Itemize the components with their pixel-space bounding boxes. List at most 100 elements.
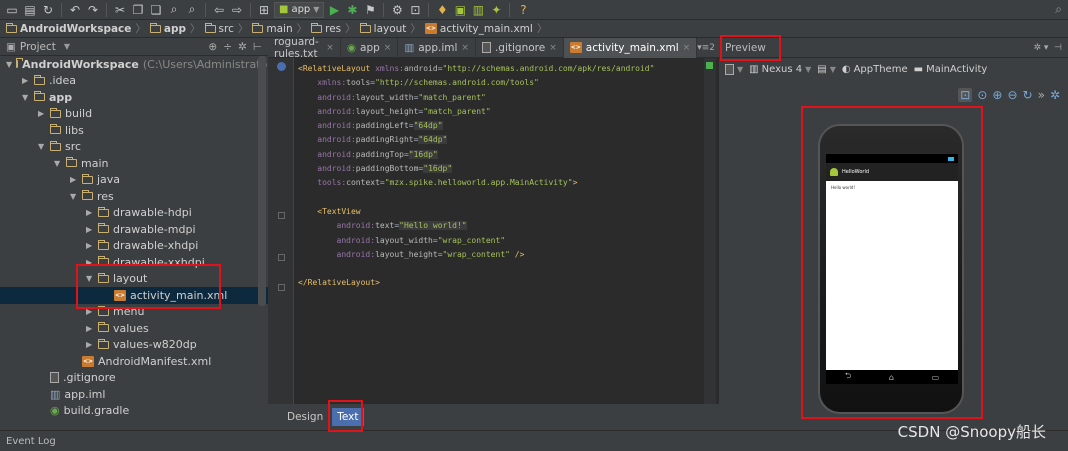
scroll-from-source-icon[interactable]: ⊕ [208, 41, 217, 53]
redo-icon[interactable]: ↷ [85, 2, 101, 18]
zoom-fit-icon[interactable]: ⊙ [977, 88, 987, 102]
breadcrumb-item[interactable]: main [252, 22, 293, 35]
tree-item[interactable]: ▼ res [0, 188, 268, 205]
tree-item[interactable]: ▶ java [0, 172, 268, 189]
attach-icon[interactable]: ⚑ [362, 2, 378, 18]
activity-select[interactable]: ▬ MainActivity [914, 64, 988, 75]
event-log-button[interactable]: Event Log [6, 436, 56, 447]
breadcrumb-item[interactable]: <> activity_main.xml [424, 23, 533, 35]
project-view-select[interactable]: Project [20, 41, 56, 53]
device-monitor-icon[interactable]: ✦ [488, 2, 504, 18]
tab-design[interactable]: Design [282, 408, 328, 426]
fold-marker[interactable] [278, 284, 285, 291]
orientation-select[interactable]: ▤ ▼ [817, 64, 836, 75]
code-editor[interactable]: <RelativeLayout xmlns:android="http://sc… [294, 58, 712, 404]
breadcrumb-item[interactable]: AndroidWorkspace [6, 22, 131, 35]
hide-panel-icon[interactable]: ⊢ [253, 41, 262, 53]
breadcrumb-item[interactable]: layout [359, 22, 406, 35]
editor-tab[interactable]: <> activity_main.xml × [563, 37, 698, 58]
tree-item[interactable]: ▼ AndroidWorkspace(C:\Users\Administrator… [0, 56, 268, 73]
expand-arrow-icon[interactable]: ▶ [86, 324, 94, 333]
collapse-arrow-icon[interactable]: ▼ [6, 60, 12, 69]
tree-item[interactable]: <> AndroidManifest.xml [0, 353, 268, 370]
layout-file-select[interactable]: ▼ [725, 63, 743, 75]
gear-icon[interactable]: ✲ ▾ [1034, 43, 1049, 53]
cut-icon[interactable]: ✂ [112, 2, 128, 18]
tree-item[interactable]: ▶ drawable-hdpi [0, 205, 268, 222]
editor-tab[interactable]: ▥ app.iml × [398, 37, 476, 58]
close-icon[interactable]: × [683, 43, 691, 53]
avd-manager-icon[interactable]: ▣ [452, 2, 468, 18]
android-run-gutter-icon[interactable] [277, 62, 286, 71]
run-configuration-select[interactable]: ■ app ▼ [274, 1, 325, 18]
tree-item[interactable]: ▼ main [0, 155, 268, 172]
close-icon[interactable]: × [326, 43, 334, 53]
zoom-actual-icon[interactable]: ⊡ [958, 88, 973, 102]
forward-icon[interactable]: ⇨ [229, 2, 245, 18]
breadcrumb-item[interactable]: src [204, 22, 234, 35]
copy-icon[interactable]: ❐ [130, 2, 146, 18]
project-structure-icon[interactable]: ⚙ [389, 2, 405, 18]
sync-gradle-icon[interactable]: ⊡ [407, 2, 423, 18]
tree-item[interactable]: ◉ build.gradle [0, 403, 268, 420]
zoom-out-icon[interactable]: ⊖ [1007, 88, 1017, 102]
close-icon[interactable]: × [384, 43, 392, 53]
run-icon[interactable]: ▶ [326, 2, 342, 18]
settings-icon[interactable]: ✲ [1050, 88, 1060, 102]
breadcrumb-item[interactable]: res [311, 22, 341, 35]
breadcrumb-item[interactable]: app [149, 22, 186, 35]
collapse-arrow-icon[interactable]: ▼ [38, 142, 46, 151]
expand-arrow-icon[interactable]: ▶ [86, 241, 94, 250]
refresh-icon[interactable]: ↻ [1023, 88, 1033, 102]
device-select[interactable]: ▥ Nexus 4 ▼ [749, 64, 811, 75]
close-icon[interactable]: × [461, 43, 469, 53]
tree-scrollbar[interactable] [258, 56, 266, 306]
tree-item[interactable]: ▶ drawable-xhdpi [0, 238, 268, 255]
gear-icon[interactable]: ✲ [238, 41, 247, 53]
editor-tab[interactable]: ◉ app × [341, 37, 399, 58]
make-icon[interactable]: ⊞ [256, 2, 272, 18]
collapse-arrow-icon[interactable]: ▼ [70, 192, 78, 201]
sdk-manager-icon[interactable]: ♦ [434, 2, 450, 18]
zoom-in-icon[interactable]: ⊕ [992, 88, 1002, 102]
tabs-overflow-button[interactable]: ▾≡2 [697, 43, 719, 53]
tree-item[interactable]: ▶ drawable-mdpi [0, 221, 268, 238]
tree-item[interactable]: ▼ app [0, 89, 268, 106]
collapse-arrow-icon[interactable]: ▼ [54, 159, 62, 168]
collapse-all-icon[interactable]: ÷ [223, 41, 232, 53]
hide-panel-icon[interactable]: ⊣ [1054, 43, 1062, 53]
android-device-icon[interactable]: ▥ [470, 2, 486, 18]
tree-item[interactable]: .gitignore [0, 370, 268, 387]
tree-item[interactable]: libs [0, 122, 268, 139]
theme-select[interactable]: ◐ AppTheme [842, 64, 908, 75]
debug-icon[interactable]: ✱ [344, 2, 360, 18]
tree-item[interactable]: ▼ src [0, 139, 268, 156]
tree-item[interactable]: ▥ app.iml [0, 386, 268, 403]
collapse-arrow-icon[interactable]: ▼ [22, 93, 30, 102]
open-folder-icon[interactable]: ▭ [4, 2, 20, 18]
expand-arrow-icon[interactable]: ▶ [86, 208, 94, 217]
tree-item[interactable]: ▶ .idea [0, 73, 268, 90]
fold-marker[interactable] [278, 212, 285, 219]
expand-arrow-icon[interactable]: ▶ [38, 109, 46, 118]
expand-arrow-icon[interactable]: ▶ [22, 76, 30, 85]
tree-item[interactable]: ▶ values-w820dp [0, 337, 268, 354]
editor-tab[interactable]: roguard-rules.txt × [268, 36, 341, 60]
sync-icon[interactable]: ↻ [40, 2, 56, 18]
chevron-down-icon[interactable]: ▼ [64, 42, 70, 51]
expand-arrow-icon[interactable]: ▶ [86, 340, 94, 349]
undo-icon[interactable]: ↶ [67, 2, 83, 18]
editor-tab[interactable]: .gitignore × [476, 37, 564, 58]
back-icon[interactable]: ⇦ [211, 2, 227, 18]
tree-item[interactable]: ▶ build [0, 106, 268, 123]
save-icon[interactable]: ▤ [22, 2, 38, 18]
help-icon[interactable]: ? [515, 2, 531, 18]
paste-icon[interactable]: ❏ [148, 2, 164, 18]
expand-arrow-icon[interactable]: ▶ [86, 225, 94, 234]
replace-icon[interactable]: ⌕ [184, 2, 200, 18]
tree-item[interactable]: ▶ values [0, 320, 268, 337]
search-icon[interactable]: ⌕ [1055, 2, 1062, 17]
more-icon[interactable]: » [1038, 88, 1045, 102]
close-icon[interactable]: × [549, 43, 557, 53]
fold-marker[interactable] [278, 254, 285, 261]
